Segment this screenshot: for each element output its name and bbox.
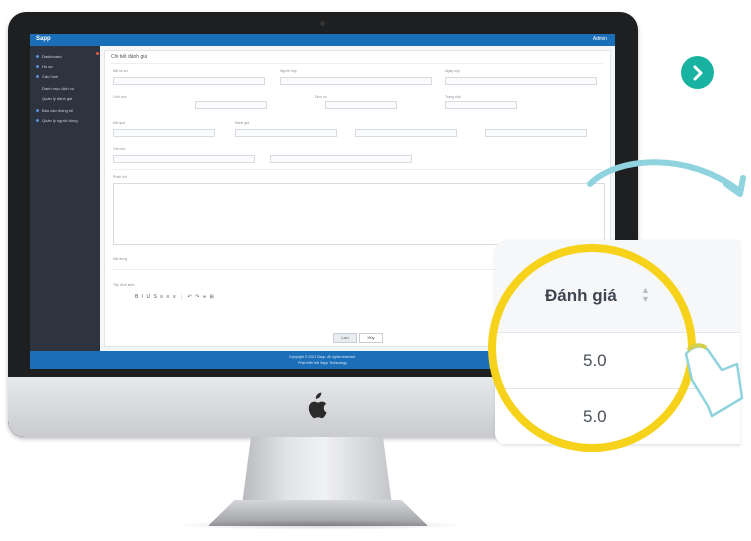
field-label: Người nộp bbox=[280, 69, 297, 73]
field-input[interactable] bbox=[270, 155, 412, 163]
app-topbar: Sapp Admin bbox=[30, 34, 615, 46]
field-label: Phản hồi bbox=[113, 175, 127, 179]
field-label: Lĩnh vực bbox=[113, 95, 127, 99]
field-label: Nội dung bbox=[113, 257, 128, 261]
camera-dot bbox=[320, 21, 325, 26]
field-input[interactable] bbox=[195, 101, 267, 109]
field-label: Ghi chú bbox=[113, 147, 126, 151]
field-label: Đánh giá bbox=[235, 121, 250, 125]
sidebar-item-reviews[interactable]: Quản lý đánh giá bbox=[42, 96, 72, 102]
page-title: Chi tiết đánh giá bbox=[111, 54, 148, 60]
next-button[interactable] bbox=[681, 56, 714, 89]
sidebar-item-reports[interactable]: Báo cáo thống kê bbox=[36, 108, 73, 114]
divider bbox=[111, 169, 603, 170]
field-label: Tệp đính kèm bbox=[113, 283, 135, 287]
field-input[interactable] bbox=[325, 101, 397, 109]
sidebar-item-config[interactable]: Cấu hình bbox=[36, 74, 58, 80]
imac-stand bbox=[242, 437, 392, 505]
rich-text-toolbar[interactable]: B I U S ≡ ≡ ≡ ⋮ ↶ ↷ ∞ ⊞ bbox=[135, 294, 365, 301]
notification-dot bbox=[96, 52, 99, 55]
apple-logo-icon bbox=[308, 392, 327, 419]
field-label: Dịch vụ bbox=[315, 95, 327, 99]
stand-shadow bbox=[170, 520, 470, 530]
field-input[interactable] bbox=[113, 77, 265, 85]
curved-arrow-icon bbox=[587, 159, 746, 197]
response-textarea[interactable] bbox=[113, 183, 605, 245]
field-input[interactable] bbox=[485, 129, 587, 137]
sidebar-item-dashboard[interactable]: Dashboard bbox=[36, 54, 62, 60]
sidebar-item-services[interactable]: Danh mục dịch vụ bbox=[42, 86, 74, 92]
field-input[interactable] bbox=[445, 101, 517, 109]
app-logo[interactable]: Sapp bbox=[36, 36, 51, 42]
sidebar-item-profiles[interactable]: Hồ sơ bbox=[36, 64, 53, 70]
field-input[interactable] bbox=[113, 129, 215, 137]
sidebar-item-users[interactable]: Quản lý người dùng bbox=[36, 118, 78, 124]
field-label: Mã hồ sơ bbox=[113, 69, 128, 73]
field-input[interactable] bbox=[355, 129, 457, 137]
field-label: Kết quả bbox=[113, 121, 126, 125]
field-input[interactable] bbox=[280, 77, 432, 85]
field-label: Trạng thái bbox=[445, 95, 461, 99]
cancel-button[interactable]: Hủy bbox=[359, 333, 383, 343]
divider bbox=[111, 63, 603, 64]
field-input[interactable] bbox=[113, 155, 255, 163]
field-input[interactable] bbox=[235, 129, 337, 137]
pointer-arrow-icon bbox=[684, 343, 744, 418]
highlight-circle bbox=[488, 244, 696, 452]
chevron-right-icon bbox=[693, 65, 702, 80]
user-menu[interactable]: Admin bbox=[593, 36, 607, 42]
field-input[interactable] bbox=[445, 77, 597, 85]
sidebar: Dashboard Hồ sơ Cấu hình Danh mục dịch v… bbox=[30, 46, 100, 351]
save-button[interactable]: Lưu bbox=[333, 333, 357, 343]
field-label: Ngày nộp bbox=[445, 69, 460, 73]
